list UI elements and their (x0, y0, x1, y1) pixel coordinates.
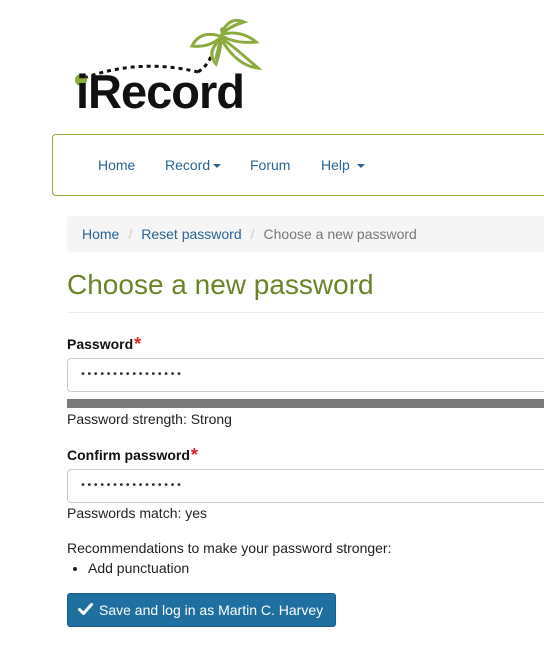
password-input[interactable]: •••••••••••••••• (67, 358, 544, 392)
required-asterisk: * (190, 445, 198, 465)
breadcrumb-separator: / (250, 226, 255, 242)
password-label: Password* (67, 333, 141, 354)
breadcrumb-separator: / (128, 226, 133, 242)
recommendation-item: Add punctuation (88, 560, 189, 576)
title-divider (67, 312, 544, 313)
breadcrumb-current: Choose a new password (263, 226, 417, 242)
password-strength-bar (67, 399, 544, 408)
password-match-text: Passwords match: yes (67, 505, 208, 521)
nav-help-label: Help (321, 157, 350, 173)
recommendations-title: Recommendations to make your password st… (67, 540, 392, 556)
recommendations-list: Add punctuation (67, 560, 189, 576)
nav-record-dropdown[interactable]: Record (165, 135, 222, 195)
nav-forum[interactable]: Forum (250, 135, 290, 195)
confirm-password-label-text: Confirm password (67, 447, 190, 463)
breadcrumb-home-link[interactable]: Home (82, 226, 119, 242)
page: iRecord Home Record Forum Help Home / Rese… (0, 0, 544, 654)
nav-help-dropdown[interactable]: Help (321, 135, 365, 195)
main-navbar: Home Record Forum Help (52, 134, 544, 196)
password-strength-text: Password strength: Strong (67, 411, 232, 427)
required-asterisk: * (134, 334, 142, 354)
confirm-password-input[interactable]: •••••••••••••••• (67, 469, 544, 503)
password-label-text: Password (67, 336, 134, 352)
breadcrumb-reset-password-link[interactable]: Reset password (141, 226, 241, 242)
check-icon (78, 594, 93, 626)
save-and-login-button[interactable]: Save and log in as Martin C. Harvey (67, 593, 337, 627)
nav-forum-label: Forum (250, 157, 291, 173)
nav-record-label: Record (165, 157, 211, 173)
page-title: Choose a new password (67, 269, 374, 300)
breadcrumb: Home / Reset password / Choose a new passwor… (67, 216, 544, 252)
logo-wordmark: iRecord (76, 65, 245, 118)
caret-down-icon (356, 164, 365, 169)
confirm-password-label: Confirm password* (67, 444, 198, 465)
nav-home[interactable]: Home (98, 135, 135, 195)
caret-down-icon (213, 164, 222, 169)
nav-home-label: Home (98, 157, 136, 173)
save-and-login-label: Save and log in as Martin C. Harvey (99, 602, 324, 618)
